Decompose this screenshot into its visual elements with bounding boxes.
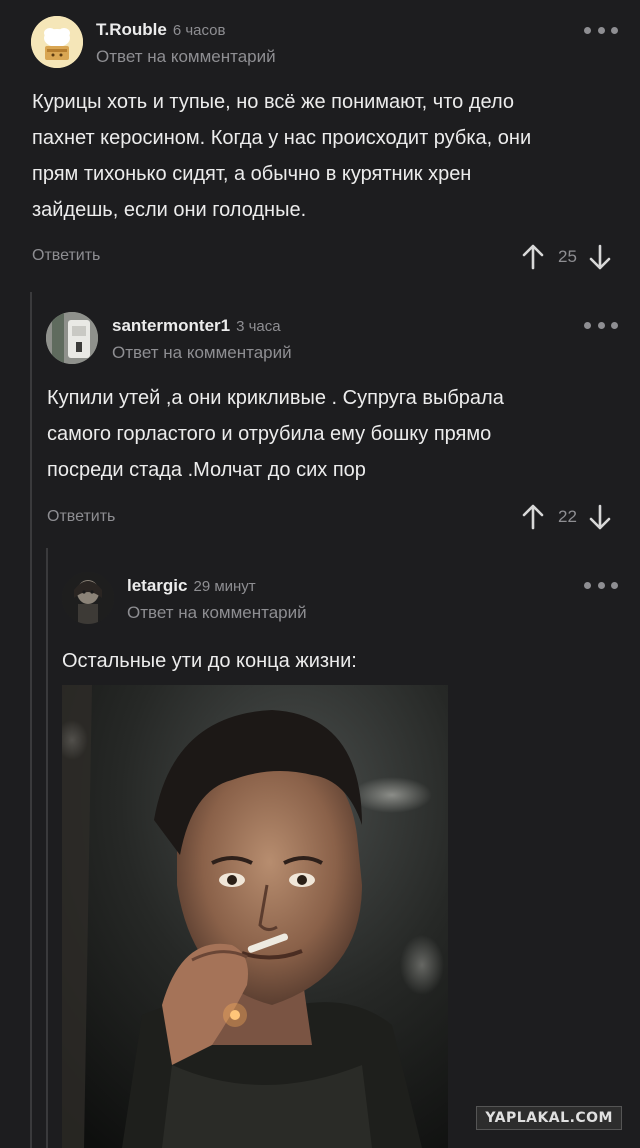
- comments-page: T.Rouble 6 часов Ответ на комментарий Кур…: [0, 0, 640, 1148]
- comment-body: Купили утей ,а они крикливые . Супруга в…: [47, 380, 617, 488]
- avatar-image: [46, 312, 98, 364]
- rating-count: 25: [558, 247, 577, 266]
- comment-line: Купили утей ,а они крикливые . Супруга в…: [47, 387, 504, 409]
- comment-time: 29 минут: [193, 578, 256, 595]
- reply-to-link[interactable]: Ответ на комментарий: [112, 343, 292, 363]
- avatar[interactable]: [31, 16, 83, 68]
- avatar-image: [62, 572, 114, 624]
- more-dots-icon[interactable]: [584, 320, 618, 330]
- comment-time: 6 часов: [172, 22, 226, 39]
- watermark-badge: YAPLAKAL.COM: [476, 1106, 622, 1130]
- vote-controls: 22: [522, 503, 611, 531]
- photo-smoking-man: [62, 685, 448, 1148]
- thread-line-level2[interactable]: [46, 548, 48, 1148]
- more-dots-icon[interactable]: [584, 580, 618, 590]
- author-name[interactable]: santermonter1 3 часа: [112, 316, 281, 336]
- arrow-down-icon[interactable]: [589, 504, 611, 530]
- arrow-down-icon[interactable]: [589, 244, 611, 270]
- arrow-up-icon[interactable]: [522, 504, 544, 530]
- comment-body: Остальные ути до конца жизни:: [62, 643, 622, 679]
- reply-button[interactable]: Ответить: [32, 247, 100, 265]
- comment-line: Курицы хоть и тупые, но всё же понимают,…: [32, 91, 514, 113]
- comment-line: зайдешь, если они голодные.: [32, 199, 307, 221]
- rating-count: 22: [558, 507, 577, 526]
- arrow-up-icon[interactable]: [522, 244, 544, 270]
- avatar[interactable]: [46, 312, 98, 364]
- author-name[interactable]: letargic 29 минут: [127, 576, 256, 596]
- comment-line: самого горластого и отрубила ему бошку п…: [47, 423, 492, 445]
- vote-controls: 25: [522, 243, 611, 271]
- more-dots-icon[interactable]: [584, 25, 618, 35]
- reply-to-link[interactable]: Ответ на комментарий: [96, 47, 276, 67]
- comment-body: Курицы хоть и тупые, но всё же понимают,…: [32, 84, 612, 228]
- comment-line: посреди стада .Молчат до сих пор: [47, 459, 366, 481]
- comment-line: прям тихонько сидят, а обычно в курятник…: [32, 163, 472, 185]
- comment-line: пахнет керосином. Когда у нас происходит…: [32, 127, 532, 149]
- comment-line: Остальные ути до конца жизни:: [62, 650, 357, 672]
- reply-to-link[interactable]: Ответ на комментарий: [127, 603, 307, 623]
- reply-button[interactable]: Ответить: [47, 508, 115, 526]
- comment-time: 3 часа: [236, 318, 281, 335]
- avatar-image: [31, 16, 83, 68]
- author-name[interactable]: T.Rouble 6 часов: [96, 20, 226, 40]
- thread-line-level1[interactable]: [30, 292, 32, 1148]
- comment-image[interactable]: [62, 685, 448, 1148]
- avatar[interactable]: [62, 572, 114, 624]
